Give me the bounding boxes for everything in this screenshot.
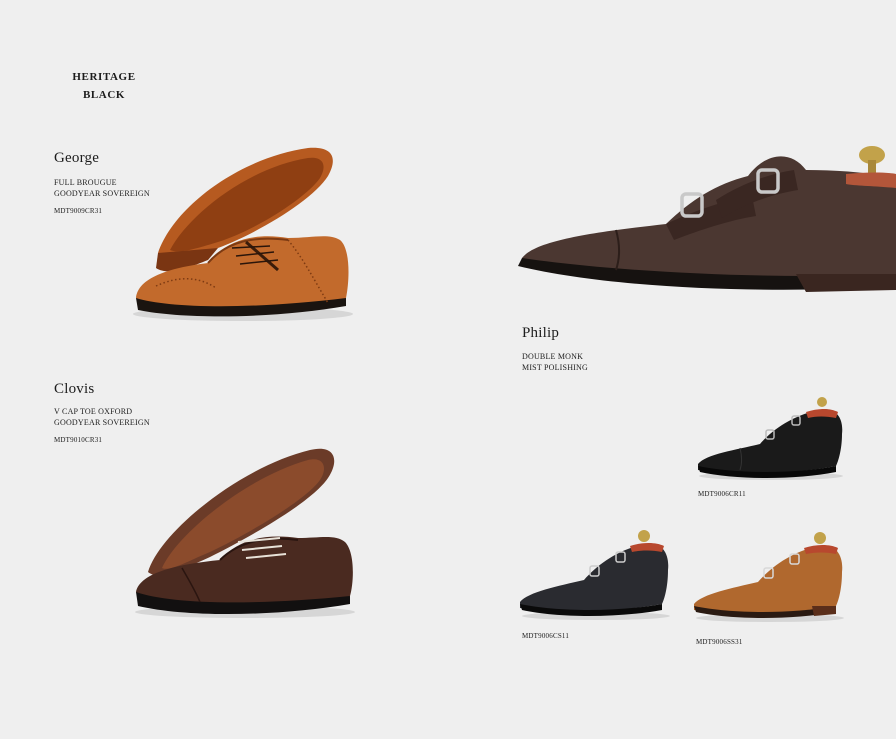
product-sku-philip-variant-2: MDT9006CS11 — [522, 632, 570, 640]
double-monk-black-suede-variant-image[interactable] — [518, 528, 674, 624]
product-sku-george: MDT9009CR31 — [54, 207, 103, 215]
product-desc-philip-line-1: DOUBLE MONK — [522, 352, 584, 361]
product-desc-clovis-line-2: GOODYEAR SOVEREIGN — [54, 417, 150, 427]
collection-title: HERITAGE BLACK — [60, 68, 148, 104]
brogue-shoe-image[interactable] — [128, 138, 368, 328]
double-monk-shoe-image[interactable] — [516, 140, 896, 300]
product-desc-philip: DOUBLE MONK MIST POLISHING — [522, 352, 588, 373]
collection-title-line-1: HERITAGE — [72, 71, 136, 83]
product-sku-clovis: MDT9010CR31 — [54, 436, 103, 444]
product-name-clovis: Clovis — [54, 381, 95, 397]
product-name-philip: Philip — [522, 325, 560, 341]
product-sku-philip-variant-3: MDT9006SS31 — [696, 638, 743, 646]
collection-title-line-2: BLACK — [82, 89, 126, 101]
product-name-george: George — [54, 150, 100, 166]
double-monk-tan-suede-variant-image[interactable] — [692, 530, 848, 626]
product-sku-philip-variant-1: MDT9006CR11 — [698, 490, 746, 498]
product-desc-clovis-line-1: V CAP TOE OXFORD — [54, 407, 133, 416]
product-desc-philip-line-2: MIST POLISHING — [522, 362, 588, 372]
double-monk-black-variant-image[interactable] — [696, 394, 846, 484]
oxford-shoe-image[interactable] — [130, 442, 370, 622]
product-desc-clovis: V CAP TOE OXFORD GOODYEAR SOVEREIGN — [54, 407, 150, 428]
